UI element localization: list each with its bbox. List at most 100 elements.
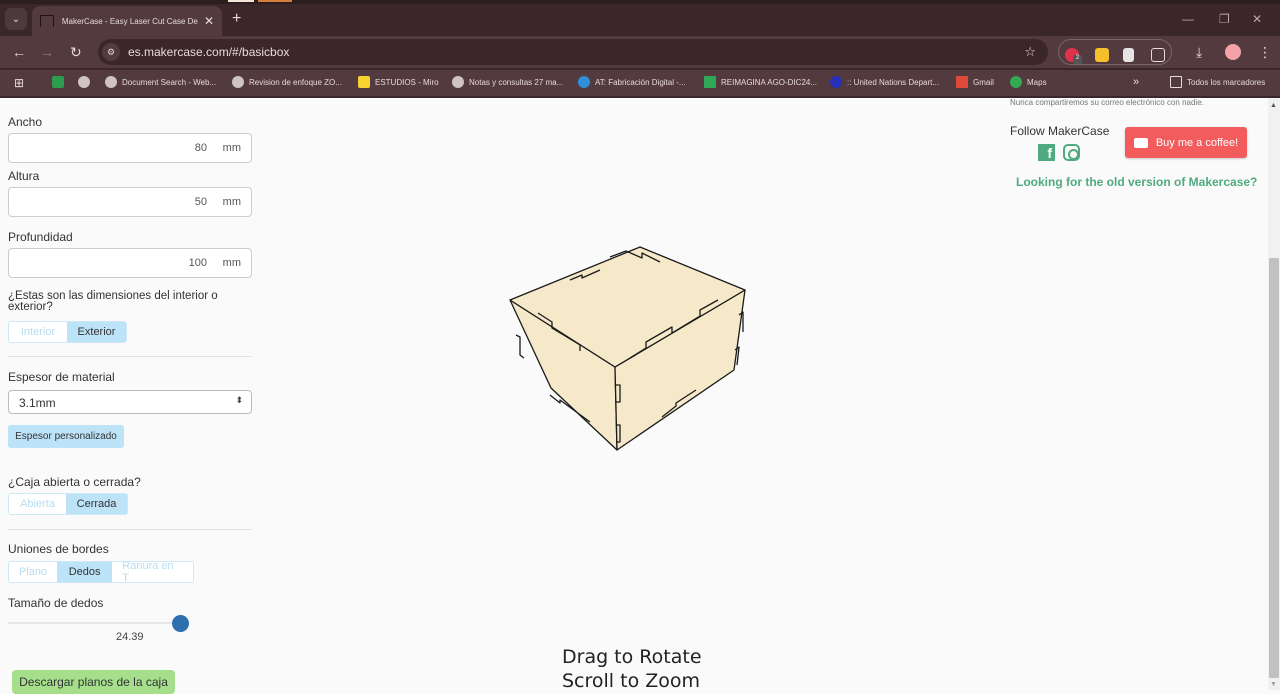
dedos-option[interactable]: Dedos (57, 562, 113, 582)
page-scrollbar[interactable]: ▲ ▼ (1268, 98, 1280, 690)
keep-icon[interactable] (1095, 48, 1109, 62)
sheets-icon (704, 76, 716, 88)
reload-button[interactable]: ↻ (70, 44, 82, 61)
ancho-unit: mm (222, 142, 241, 154)
url-text[interactable]: es.makercase.com/#/basicbox (128, 45, 289, 59)
bookmark-item[interactable]: Notas y consultas 27 ma... (452, 76, 563, 88)
thickness-label: Espesor de material (8, 370, 115, 384)
bookmark-globe[interactable] (78, 76, 95, 88)
finger-size-value: 24.39 (116, 631, 144, 643)
bookmark-item[interactable]: Gmail (956, 76, 994, 88)
bookmark-item[interactable]: Revision de enfoque ZO... (232, 76, 342, 88)
maximize-button[interactable]: ❐ (1219, 12, 1230, 26)
bookmark-label: Gmail (973, 77, 994, 87)
scrollbar-thumb[interactable] (1269, 258, 1279, 678)
bookmark-label: Maps (1027, 77, 1047, 87)
globe-icon (232, 76, 244, 88)
canva-icon (578, 76, 590, 88)
tab-makercase[interactable]: MakerCase - Easy Laser Cut Case Design ✕ (32, 6, 222, 36)
bookmark-drive[interactable] (52, 76, 69, 88)
drag-rotate-hint: Drag to Rotate (562, 646, 702, 668)
gmail-icon (956, 76, 968, 88)
all-bookmarks-label: Todos los marcadores (1187, 77, 1266, 87)
thickness-select[interactable]: 3.1mm ⬍ (8, 390, 252, 414)
bookmarks-bar: ⊞ Document Search - Web... Revision de e… (0, 70, 1280, 96)
document-icon[interactable] (1123, 48, 1134, 62)
privacy-note: Nunca compartiremos su correo electrónic… (1010, 98, 1204, 107)
bookmark-item[interactable]: Maps (1010, 76, 1047, 88)
close-tab-icon[interactable]: ✕ (204, 14, 214, 28)
nav-toolbar: ← → ↻ ⚙ es.makercase.com/#/basicbox ☆ 2 … (0, 36, 1280, 68)
forward-button[interactable]: → (40, 44, 54, 60)
ancho-value[interactable]: 80 (195, 142, 207, 154)
altura-label: Altura (8, 169, 40, 183)
box-3d-preview[interactable] (500, 240, 760, 460)
thickness-value: 3.1mm (19, 396, 56, 410)
bookmark-star-icon[interactable]: ☆ (1024, 44, 1036, 60)
altura-unit: mm (222, 196, 241, 208)
facebook-icon[interactable]: f (1038, 144, 1055, 161)
bookmark-label: :: United Nations Depart... (847, 77, 940, 87)
open-closed-question: ¿Caja abierta o cerrada? (8, 475, 141, 489)
profundidad-unit: mm (222, 257, 241, 269)
divider (8, 529, 252, 530)
profundidad-value[interactable]: 100 (189, 257, 207, 269)
bookmark-label: Document Search - Web... (122, 77, 217, 87)
profile-avatar[interactable] (1225, 44, 1241, 60)
site-info-icon[interactable]: ⚙ (102, 43, 120, 61)
address-bar[interactable]: ⚙ es.makercase.com/#/basicbox ☆ (98, 39, 1048, 65)
extension-badge: 2 (1073, 55, 1082, 64)
menu-kebab-icon[interactable]: ⋮ (1258, 44, 1272, 61)
bookmark-item[interactable]: Document Search - Web... (105, 76, 216, 88)
extensions-group: 2 (1058, 39, 1172, 65)
back-button[interactable]: ← (12, 44, 26, 60)
browser-chrome: ⌄ MakerCase - Easy Laser Cut Case Design… (0, 0, 1280, 98)
custom-thickness-button[interactable]: Espesor personalizado (8, 425, 124, 448)
close-window-button[interactable]: ✕ (1252, 12, 1262, 26)
maps-icon (1010, 76, 1022, 88)
scroll-up-arrow-icon[interactable]: ▲ (1270, 102, 1277, 109)
coffee-label: Buy me a coffee! (1155, 136, 1239, 149)
interior-option[interactable]: Interior (9, 322, 68, 342)
globe-icon (452, 76, 464, 88)
select-arrows-icon: ⬍ (235, 395, 243, 405)
plano-option[interactable]: Plano (9, 562, 57, 582)
finger-size-slider-handle[interactable] (172, 615, 189, 632)
ancho-label: Ancho (8, 115, 43, 129)
apps-grid-icon[interactable]: ⊞ (14, 76, 24, 90)
altura-value[interactable]: 50 (195, 196, 207, 208)
exterior-option[interactable]: Exterior (67, 322, 126, 342)
tab-search-button[interactable]: ⌄ (5, 8, 27, 30)
dimensions-question: ¿Estas son las dimensiones del interior … (8, 290, 218, 313)
bookmark-item[interactable]: :: United Nations Depart... (830, 76, 939, 88)
bookmark-item[interactable]: REIMAGINA AGO-DIC24... (704, 76, 817, 88)
google-drive-icon (52, 76, 64, 88)
joints-toggle: Plano Dedos Ranura en T (8, 561, 194, 583)
abierta-option[interactable]: Abierta (9, 494, 67, 514)
tab-title: MakerCase - Easy Laser Cut Case Design (61, 16, 198, 26)
minimize-button[interactable]: — (1182, 12, 1194, 26)
puzzle-extensions-icon[interactable] (1151, 48, 1165, 62)
ancho-input[interactable]: 80 mm (8, 133, 252, 163)
buy-coffee-button[interactable]: Buy me a coffee! (1125, 127, 1247, 158)
altura-input[interactable]: 50 mm (8, 187, 252, 217)
download-plans-button[interactable]: Descargar planos de la caja (12, 670, 175, 694)
ranura-option[interactable]: Ranura en T (112, 562, 193, 582)
all-bookmarks[interactable]: Todos los marcadores (1170, 76, 1265, 88)
follow-label: Follow MakerCase (1010, 124, 1110, 138)
box-finger-joint (515, 334, 525, 359)
bookmark-item[interactable]: ESTUDIOS - Miro (358, 76, 439, 88)
instagram-icon[interactable] (1063, 144, 1080, 161)
coffee-cup-icon (1133, 137, 1148, 148)
finger-size-slider-track[interactable] (8, 622, 180, 624)
profundidad-input[interactable]: 100 mm (8, 248, 252, 278)
bookmark-label: Revision de enfoque ZO... (249, 77, 342, 87)
download-icon[interactable]: ⤓ (1196, 44, 1202, 61)
cerrada-option[interactable]: Cerrada (66, 494, 127, 514)
more-bookmarks-icon[interactable]: » (1133, 76, 1139, 88)
globe-icon (105, 76, 117, 88)
bookmark-item[interactable]: AT: Fabricación Digital -... (578, 76, 686, 88)
scroll-down-arrow-icon[interactable]: ▼ (1270, 681, 1277, 688)
old-version-link[interactable]: Looking for the old version of Makercase… (1016, 175, 1257, 189)
new-tab-button[interactable]: + (232, 10, 241, 28)
